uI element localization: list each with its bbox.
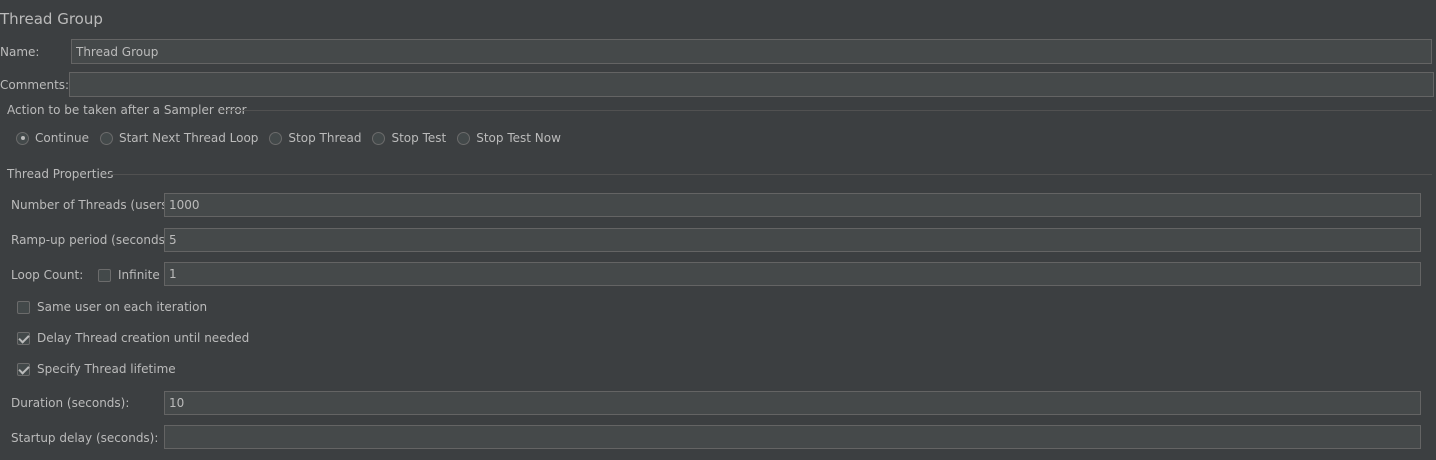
specify-lifetime-label: Specify Thread lifetime	[37, 362, 176, 376]
thread-properties-divider	[106, 174, 1432, 175]
same-user-checkbox[interactable]	[17, 300, 30, 314]
delay-creation-checkbox[interactable]	[17, 331, 30, 345]
sampler-error-divider	[220, 110, 1432, 111]
radio-continue-button[interactable]	[16, 131, 29, 145]
radio-stop-thread[interactable]: Stop Thread	[269, 131, 361, 145]
radio-stop-test[interactable]: Stop Test	[372, 131, 446, 145]
radio-stop-test-now[interactable]: Stop Test Now	[457, 131, 561, 145]
sampler-error-title: Action to be taken after a Sampler error	[7, 103, 247, 117]
sampler-error-options: Continue Start Next Thread Loop Stop Thr…	[16, 129, 572, 147]
panel-title: Thread Group	[0, 10, 103, 28]
delay-creation-row[interactable]: Delay Thread creation until needed	[17, 329, 249, 347]
radio-stop-thread-button[interactable]	[269, 131, 283, 145]
radio-stop-test-now-button[interactable]	[457, 131, 471, 145]
infinite-label: Infinite	[118, 268, 160, 282]
ramp-up-label: Ramp-up period (seconds):	[11, 233, 174, 247]
same-user-row[interactable]: Same user on each iteration	[17, 298, 207, 316]
specify-lifetime-checkbox[interactable]	[17, 362, 30, 376]
duration-label: Duration (seconds):	[11, 396, 130, 410]
name-input[interactable]	[71, 39, 1432, 64]
radio-start-next-thread-loop-label: Start Next Thread Loop	[118, 131, 259, 145]
radio-continue-label: Continue	[35, 131, 89, 145]
delay-creation-label: Delay Thread creation until needed	[37, 331, 250, 345]
num-threads-label: Number of Threads (users):	[11, 198, 177, 212]
radio-stop-test-label: Stop Test	[391, 131, 447, 145]
same-user-label: Same user on each iteration	[37, 300, 208, 314]
radio-stop-thread-label: Stop Thread	[288, 131, 362, 145]
radio-continue[interactable]: Continue	[16, 131, 89, 145]
infinite-checkbox-row[interactable]: Infinite	[98, 266, 160, 284]
comments-label: Comments:	[0, 78, 70, 92]
startup-delay-label: Startup delay (seconds):	[11, 431, 159, 445]
radio-start-next-thread-loop[interactable]: Start Next Thread Loop	[99, 131, 259, 145]
num-threads-input[interactable]	[164, 193, 1421, 217]
specify-lifetime-row[interactable]: Specify Thread lifetime	[17, 360, 176, 378]
name-label: Name:	[0, 45, 40, 59]
radio-stop-test-button[interactable]	[372, 131, 386, 145]
radio-stop-test-now-label: Stop Test Now	[476, 131, 561, 145]
startup-delay-input[interactable]	[164, 425, 1421, 449]
infinite-checkbox[interactable]	[98, 268, 111, 282]
loop-count-input[interactable]	[164, 262, 1421, 286]
thread-properties-title: Thread Properties	[7, 167, 114, 181]
duration-input[interactable]	[164, 391, 1421, 415]
comments-input[interactable]	[69, 72, 1434, 97]
loop-count-label: Loop Count:	[11, 268, 84, 282]
radio-start-next-thread-loop-button[interactable]	[99, 131, 113, 145]
ramp-up-input[interactable]	[164, 228, 1421, 252]
